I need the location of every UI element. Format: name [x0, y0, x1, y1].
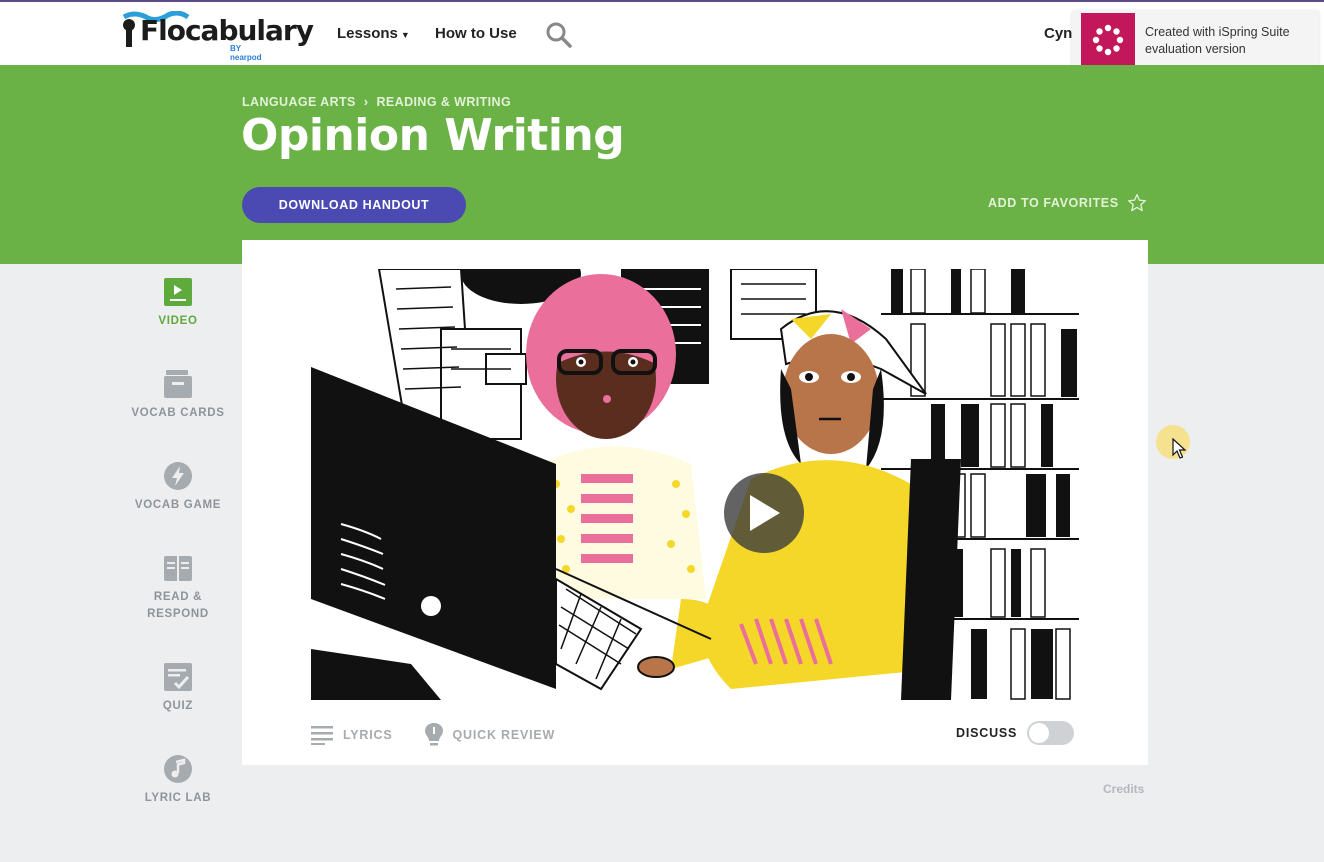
- play-button[interactable]: [724, 473, 804, 553]
- sidebar-item-video[interactable]: VIDEO: [118, 277, 238, 330]
- lyrics-label: LYRICS: [343, 728, 393, 742]
- sidebar-item-label: VIDEO: [158, 315, 198, 327]
- sidebar-item-lyric-lab[interactable]: LYRIC LAB: [118, 754, 238, 807]
- book-icon: [164, 556, 192, 581]
- vocab-cards-icon: [164, 370, 192, 398]
- logo-subtext: BY nearpod: [230, 44, 262, 62]
- add-to-favorites-button[interactable]: ADD TO FAVORITES: [988, 193, 1147, 213]
- sidebar-item-quiz[interactable]: QUIZ: [118, 662, 238, 715]
- sidebar-item-read-respond[interactable]: READ & RESPOND: [118, 553, 238, 623]
- video-player[interactable]: [311, 269, 1079, 700]
- nav-how-to-use[interactable]: How to Use: [435, 25, 517, 42]
- nav-lessons-dropdown[interactable]: Lessons ▼: [337, 25, 410, 42]
- caret-down-icon: ▼: [400, 30, 410, 40]
- search-icon[interactable]: [546, 22, 572, 48]
- play-icon: [750, 495, 780, 531]
- discuss-control: DISCUSS: [956, 721, 1075, 745]
- sidebar-item-label: VOCAB CARDS: [131, 407, 225, 419]
- breadcrumb: LANGUAGE ARTS › READING & WRITING: [242, 94, 511, 109]
- sidebar-item-label: READ & RESPOND: [147, 591, 209, 620]
- sidebar-item-label: QUIZ: [162, 700, 194, 712]
- video-tools: LYRICS QUICK REVIEW: [311, 722, 555, 748]
- sidebar-item-label: VOCAB GAME: [134, 499, 222, 511]
- lightbulb-icon: [424, 723, 443, 746]
- breadcrumb-language-arts[interactable]: LANGUAGE ARTS: [242, 95, 356, 109]
- ispring-toast-text: Created with iSpring Suite evaluation ve…: [1145, 25, 1290, 56]
- chevron-right-icon: ›: [363, 94, 369, 109]
- star-icon: [1127, 194, 1146, 212]
- lightning-icon: [164, 462, 192, 490]
- discuss-label: DISCUSS: [956, 726, 1018, 740]
- video-thumbnail-illustration: [311, 269, 1079, 700]
- mouse-cursor-icon: [1172, 438, 1186, 459]
- sidebar-item-label: LYRIC LAB: [144, 792, 212, 804]
- lyrics-icon: [311, 726, 333, 745]
- quick-review-button[interactable]: QUICK REVIEW: [424, 722, 556, 748]
- toggle-knob: [1029, 723, 1050, 743]
- video-card: LYRICS QUICK REVIEW DISCUSS: [242, 240, 1148, 765]
- lyrics-button[interactable]: LYRICS: [311, 725, 393, 745]
- sidebar-item-vocab-cards[interactable]: VOCAB CARDS: [118, 369, 238, 422]
- user-menu[interactable]: Cynt: [1044, 25, 1074, 42]
- discuss-toggle[interactable]: [1027, 721, 1075, 745]
- music-note-icon: [164, 755, 192, 783]
- video-icon: [164, 278, 192, 306]
- nav-lessons-label: Lessons: [337, 25, 398, 42]
- lesson-header: LANGUAGE ARTS › READING & WRITING Opinio…: [0, 65, 1324, 264]
- add-to-favorites-label: ADD TO FAVORITES: [988, 196, 1119, 210]
- logo-text: Flocabulary: [140, 14, 314, 47]
- page-title: Opinion Writing: [241, 110, 625, 161]
- sidebar-item-vocab-game[interactable]: VOCAB GAME: [118, 461, 238, 514]
- quick-review-label: QUICK REVIEW: [452, 728, 556, 742]
- quiz-icon: [164, 663, 192, 691]
- ispring-logo-icon: [1081, 13, 1135, 67]
- credits-link[interactable]: Credits: [1103, 782, 1144, 796]
- download-handout-button[interactable]: DOWNLOAD HANDOUT: [242, 187, 466, 223]
- breadcrumb-reading-writing[interactable]: READING & WRITING: [377, 95, 512, 109]
